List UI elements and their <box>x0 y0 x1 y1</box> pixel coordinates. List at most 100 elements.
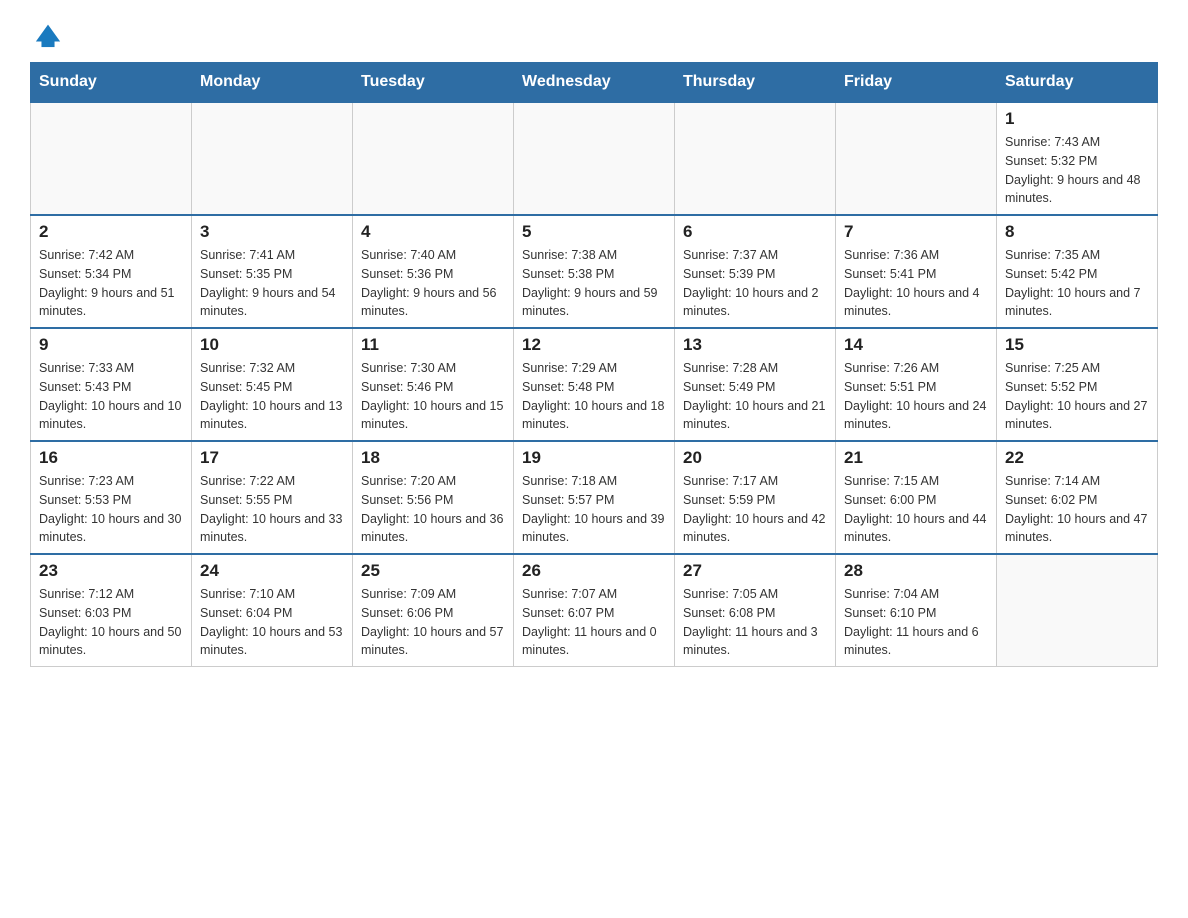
calendar-header-row: Sunday Monday Tuesday Wednesday Thursday… <box>31 63 1158 103</box>
calendar-cell: 21 Sunrise: 7:15 AM Sunset: 6:00 PM Dayli… <box>836 441 997 554</box>
day-number: 26 <box>522 561 666 581</box>
day-number: 16 <box>39 448 183 468</box>
day-number: 22 <box>1005 448 1149 468</box>
calendar-cell: 18Sunrise: 7:20 AM Sunset: 5:56 PM Dayli… <box>353 441 514 554</box>
day-info: Sunrise: 7:25 AM Sunset: 5:52 PM Dayligh… <box>1005 359 1149 434</box>
calendar-cell: 23 Sunrise: 7:12 AM Sunset: 6:03 PM Dayli… <box>31 554 192 667</box>
day-number: 9 <box>39 335 183 355</box>
day-number: 3 <box>200 222 344 242</box>
calendar-cell: 15 Sunrise: 7:25 AM Sunset: 5:52 PM Dayli… <box>997 328 1158 441</box>
day-info: Sunrise: 7:41 AM Sunset: 5:35 PM Dayligh… <box>200 246 344 321</box>
day-number: 28 <box>844 561 988 581</box>
day-info: Sunrise: 7:33 AM Sunset: 5:43 PM Dayligh… <box>39 359 183 434</box>
week-row-1: 1 Sunrise: 7:43 AM Sunset: 5:32 PM Daylig… <box>31 102 1158 215</box>
day-info: Sunrise: 7:40 AM Sunset: 5:36 PM Dayligh… <box>361 246 505 321</box>
day-number: 27 <box>683 561 827 581</box>
calendar-cell <box>836 102 997 215</box>
day-info: Sunrise: 7:05 AM Sunset: 6:08 PM Dayligh… <box>683 585 827 660</box>
day-info: Sunrise: 7:15 AM Sunset: 6:00 PM Dayligh… <box>844 472 988 547</box>
day-number: 6 <box>683 222 827 242</box>
calendar-cell: 2 Sunrise: 7:42 AM Sunset: 5:34 PM Daylig… <box>31 215 192 328</box>
day-number: 20 <box>683 448 827 468</box>
day-number: 23 <box>39 561 183 581</box>
calendar-cell: 24 Sunrise: 7:10 AM Sunset: 6:04 PM Dayli… <box>192 554 353 667</box>
calendar-cell: 3 Sunrise: 7:41 AM Sunset: 5:35 PM Daylig… <box>192 215 353 328</box>
calendar-cell: 7Sunrise: 7:36 AM Sunset: 5:41 PM Daylig… <box>836 215 997 328</box>
day-number: 4 <box>361 222 505 242</box>
day-number: 25 <box>361 561 505 581</box>
calendar-cell: 6 Sunrise: 7:37 AM Sunset: 5:39 PM Daylig… <box>675 215 836 328</box>
calendar-cell: 13Sunrise: 7:28 AM Sunset: 5:49 PM Dayli… <box>675 328 836 441</box>
week-row-5: 23 Sunrise: 7:12 AM Sunset: 6:03 PM Dayli… <box>31 554 1158 667</box>
day-number: 17 <box>200 448 344 468</box>
day-info: Sunrise: 7:07 AM Sunset: 6:07 PM Dayligh… <box>522 585 666 660</box>
col-friday: Friday <box>836 63 997 103</box>
day-number: 15 <box>1005 335 1149 355</box>
day-info: Sunrise: 7:04 AM Sunset: 6:10 PM Dayligh… <box>844 585 988 660</box>
calendar-cell: 28 Sunrise: 7:04 AM Sunset: 6:10 PM Dayli… <box>836 554 997 667</box>
calendar-cell: 4 Sunrise: 7:40 AM Sunset: 5:36 PM Daylig… <box>353 215 514 328</box>
calendar-cell <box>997 554 1158 667</box>
day-info: Sunrise: 7:26 AM Sunset: 5:51 PM Dayligh… <box>844 359 988 434</box>
week-row-4: 16 Sunrise: 7:23 AM Sunset: 5:53 PM Dayli… <box>31 441 1158 554</box>
col-tuesday: Tuesday <box>353 63 514 103</box>
day-info: Sunrise: 7:37 AM Sunset: 5:39 PM Dayligh… <box>683 246 827 321</box>
day-info: Sunrise: 7:32 AM Sunset: 5:45 PM Dayligh… <box>200 359 344 434</box>
day-info: Sunrise: 7:17 AM Sunset: 5:59 PM Dayligh… <box>683 472 827 547</box>
calendar-cell: 11 Sunrise: 7:30 AM Sunset: 5:46 PM Dayli… <box>353 328 514 441</box>
calendar-cell: 5 Sunrise: 7:38 AM Sunset: 5:38 PM Daylig… <box>514 215 675 328</box>
page-header <box>30 20 1158 42</box>
logo-icon <box>34 20 62 48</box>
calendar-cell: 8 Sunrise: 7:35 AM Sunset: 5:42 PM Daylig… <box>997 215 1158 328</box>
day-info: Sunrise: 7:14 AM Sunset: 6:02 PM Dayligh… <box>1005 472 1149 547</box>
calendar-cell: 26 Sunrise: 7:07 AM Sunset: 6:07 PM Dayli… <box>514 554 675 667</box>
day-number: 24 <box>200 561 344 581</box>
day-number: 10 <box>200 335 344 355</box>
col-sunday: Sunday <box>31 63 192 103</box>
calendar-cell <box>31 102 192 215</box>
day-info: Sunrise: 7:30 AM Sunset: 5:46 PM Dayligh… <box>361 359 505 434</box>
day-info: Sunrise: 7:23 AM Sunset: 5:53 PM Dayligh… <box>39 472 183 547</box>
logo-text <box>30 20 62 48</box>
calendar-cell <box>192 102 353 215</box>
day-info: Sunrise: 7:38 AM Sunset: 5:38 PM Dayligh… <box>522 246 666 321</box>
week-row-2: 2 Sunrise: 7:42 AM Sunset: 5:34 PM Daylig… <box>31 215 1158 328</box>
day-number: 8 <box>1005 222 1149 242</box>
calendar-cell: 27 Sunrise: 7:05 AM Sunset: 6:08 PM Dayli… <box>675 554 836 667</box>
calendar-cell: 17 Sunrise: 7:22 AM Sunset: 5:55 PM Dayli… <box>192 441 353 554</box>
week-row-3: 9 Sunrise: 7:33 AM Sunset: 5:43 PM Daylig… <box>31 328 1158 441</box>
day-number: 5 <box>522 222 666 242</box>
calendar-cell <box>353 102 514 215</box>
day-number: 13 <box>683 335 827 355</box>
day-number: 11 <box>361 335 505 355</box>
calendar-cell: 12 Sunrise: 7:29 AM Sunset: 5:48 PM Dayli… <box>514 328 675 441</box>
day-number: 18 <box>361 448 505 468</box>
calendar-cell: 9 Sunrise: 7:33 AM Sunset: 5:43 PM Daylig… <box>31 328 192 441</box>
day-number: 19 <box>522 448 666 468</box>
day-info: Sunrise: 7:42 AM Sunset: 5:34 PM Dayligh… <box>39 246 183 321</box>
day-number: 2 <box>39 222 183 242</box>
calendar-cell <box>514 102 675 215</box>
day-info: Sunrise: 7:22 AM Sunset: 5:55 PM Dayligh… <box>200 472 344 547</box>
day-info: Sunrise: 7:35 AM Sunset: 5:42 PM Dayligh… <box>1005 246 1149 321</box>
calendar-cell: 22 Sunrise: 7:14 AM Sunset: 6:02 PM Dayli… <box>997 441 1158 554</box>
day-info: Sunrise: 7:12 AM Sunset: 6:03 PM Dayligh… <box>39 585 183 660</box>
day-number: 21 <box>844 448 988 468</box>
day-info: Sunrise: 7:29 AM Sunset: 5:48 PM Dayligh… <box>522 359 666 434</box>
calendar-cell: 14 Sunrise: 7:26 AM Sunset: 5:51 PM Dayli… <box>836 328 997 441</box>
day-number: 12 <box>522 335 666 355</box>
calendar-cell: 20 Sunrise: 7:17 AM Sunset: 5:59 PM Dayli… <box>675 441 836 554</box>
day-number: 1 <box>1005 109 1149 129</box>
day-number: 14 <box>844 335 988 355</box>
day-info: Sunrise: 7:10 AM Sunset: 6:04 PM Dayligh… <box>200 585 344 660</box>
day-info: Sunrise: 7:09 AM Sunset: 6:06 PM Dayligh… <box>361 585 505 660</box>
col-monday: Monday <box>192 63 353 103</box>
calendar-cell: 10 Sunrise: 7:32 AM Sunset: 5:45 PM Dayli… <box>192 328 353 441</box>
calendar-cell: 19Sunrise: 7:18 AM Sunset: 5:57 PM Dayli… <box>514 441 675 554</box>
day-info: Sunrise: 7:43 AM Sunset: 5:32 PM Dayligh… <box>1005 133 1149 208</box>
day-number: 7 <box>844 222 988 242</box>
col-saturday: Saturday <box>997 63 1158 103</box>
calendar-cell <box>675 102 836 215</box>
logo <box>30 20 62 42</box>
calendar-table: Sunday Monday Tuesday Wednesday Thursday… <box>30 62 1158 667</box>
